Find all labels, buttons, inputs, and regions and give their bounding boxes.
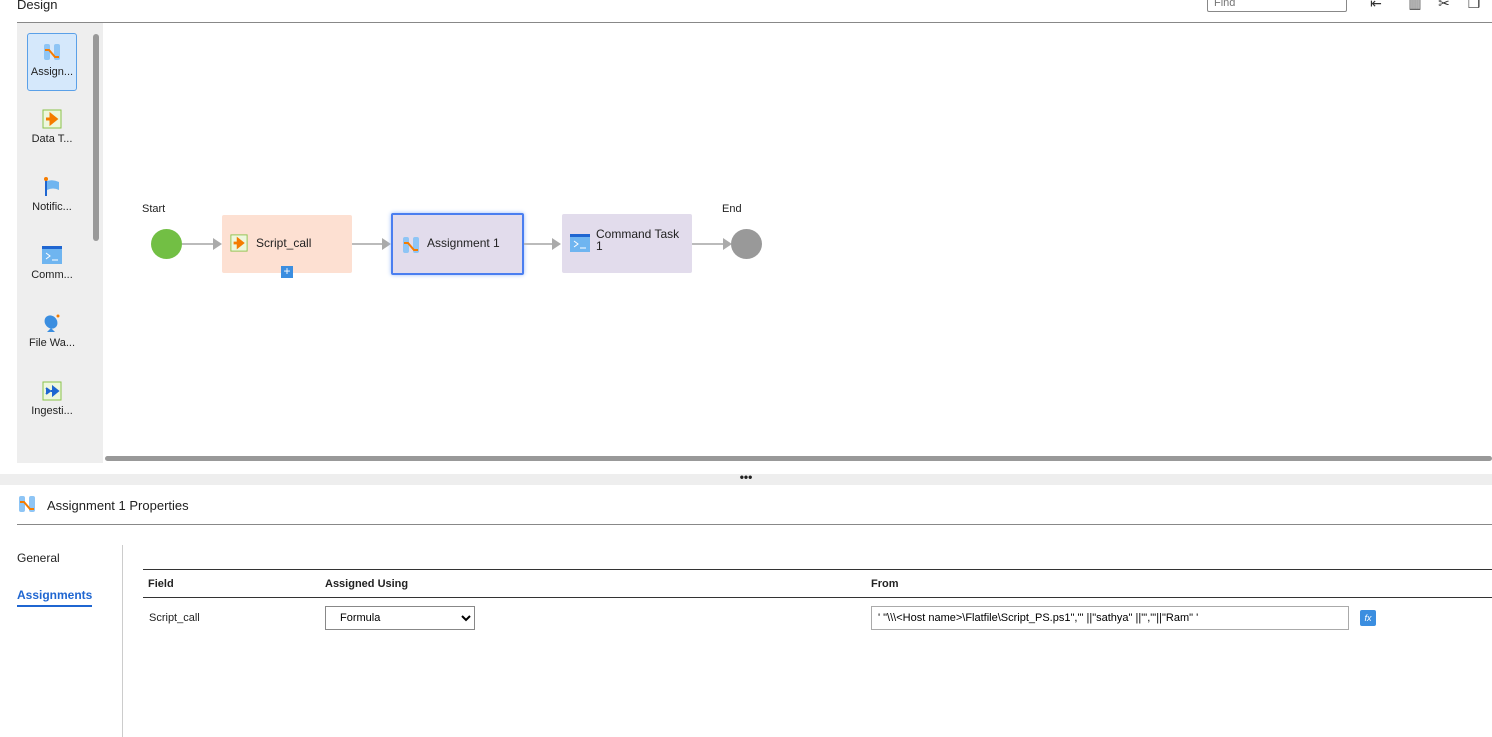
design-title: Design — [17, 0, 58, 12]
column-header: From — [871, 578, 899, 590]
canvas-scrollbar[interactable] — [105, 456, 1492, 461]
panel-splitter[interactable]: ••• — [0, 471, 1492, 485]
command-icon — [570, 234, 590, 252]
palette-label: Notific... — [32, 201, 72, 213]
notification-icon — [44, 177, 59, 196]
properties-title: Assignment 1 Properties — [47, 498, 189, 513]
column-header: Field — [148, 578, 174, 590]
node-label: Command Task 1 — [596, 227, 680, 253]
assignment-icon — [403, 237, 419, 253]
palette-item-assignment[interactable]: Assign... — [27, 33, 77, 91]
add-icon[interactable]: + — [281, 265, 293, 278]
find-input[interactable] — [1207, 0, 1347, 12]
field-cell: Script_call — [149, 612, 200, 624]
formula-editor-button[interactable]: fx — [1360, 610, 1376, 626]
data-task-icon — [230, 234, 248, 252]
design-canvas: Start Script_call + Assignment 1 Command… — [103, 23, 1492, 463]
delete-icon[interactable]: ▥ — [1405, 0, 1425, 12]
assignment-icon — [19, 496, 35, 512]
tab-general[interactable]: General — [17, 551, 60, 565]
palette-item-command[interactable]: Comm... — [27, 237, 77, 295]
start-node[interactable] — [151, 229, 182, 259]
data-task-icon — [42, 109, 62, 129]
divider — [122, 545, 123, 737]
palette-item-ingestion[interactable]: Ingesti... — [27, 373, 77, 431]
task-palette: Assign... Data T... Notific... Comm... F… — [17, 23, 103, 463]
end-node[interactable] — [731, 229, 762, 259]
palette-label: Assign... — [30, 66, 74, 78]
cut-icon[interactable]: ✂ — [1434, 0, 1454, 12]
command-icon — [42, 246, 62, 264]
assignment-icon — [44, 44, 60, 60]
align-icon[interactable]: ⇤ — [1366, 0, 1386, 12]
palette-label: File Wa... — [28, 337, 76, 349]
flow-node-assignment-1[interactable]: Assignment 1 — [391, 213, 524, 275]
column-header: Assigned Using — [325, 578, 409, 590]
assigned-using-select[interactable]: Formula — [325, 606, 475, 630]
palette-item-notification[interactable]: Notific... — [27, 169, 77, 227]
ingestion-icon — [42, 381, 62, 401]
divider — [17, 524, 1492, 525]
flow-node-command-task-1[interactable]: Command Task 1 — [562, 214, 692, 273]
table-header: Field Assigned Using From — [143, 569, 1492, 598]
start-label: Start — [142, 203, 166, 215]
tab-assignments[interactable]: Assignments — [17, 588, 93, 607]
palette-label: Comm... — [31, 269, 73, 281]
node-label: Script_call — [256, 236, 312, 250]
palette-label: Ingesti... — [31, 405, 73, 417]
flow-node-script-call[interactable]: Script_call + — [222, 215, 352, 278]
palette-scrollbar[interactable] — [93, 34, 99, 241]
file-watch-icon — [44, 314, 60, 332]
from-formula-input[interactable] — [871, 606, 1349, 630]
palette-item-data-task[interactable]: Data T... — [27, 101, 77, 159]
palette-item-file-watch[interactable]: File Wa... — [27, 305, 77, 363]
end-label: End — [722, 203, 742, 215]
copy-icon[interactable]: ❐ — [1464, 0, 1484, 12]
palette-label: Data T... — [31, 133, 73, 145]
node-label: Assignment 1 — [427, 236, 500, 250]
